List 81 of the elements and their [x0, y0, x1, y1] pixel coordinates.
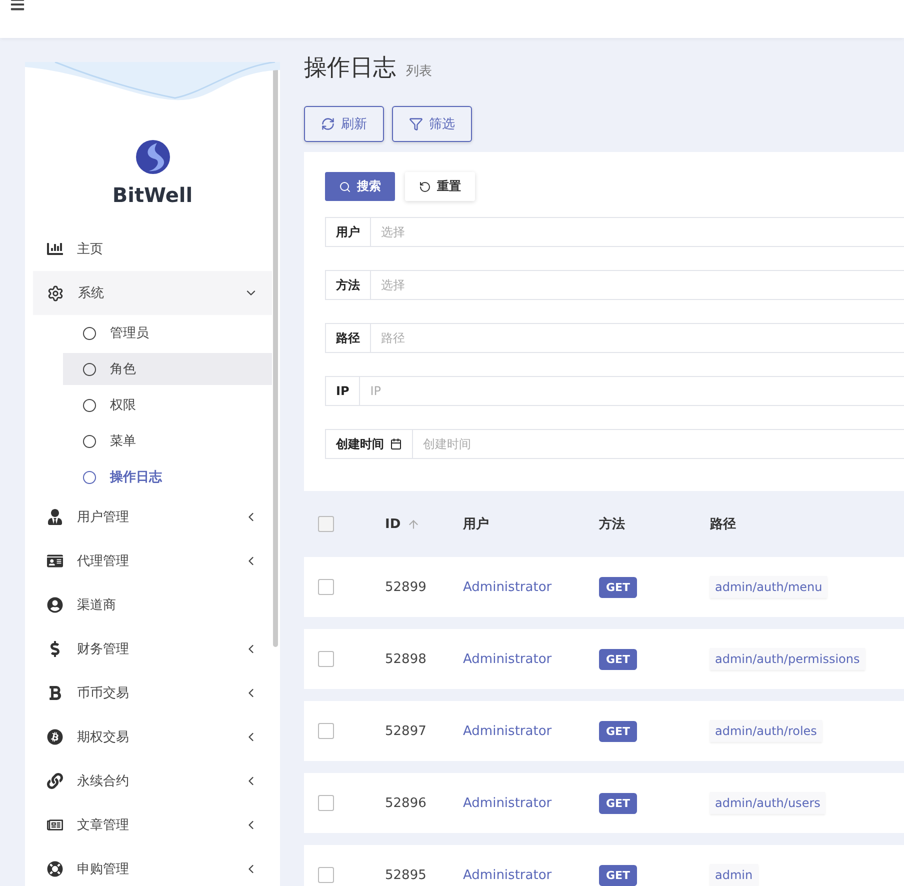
user-link[interactable]: Administrator: [463, 652, 552, 666]
search-icon: [339, 180, 351, 192]
sidebar-item[interactable]: 用户管理: [33, 495, 272, 539]
row-checkbox[interactable]: [318, 723, 334, 739]
refresh-icon: [321, 117, 335, 131]
calendar-icon: [390, 438, 402, 450]
select-field[interactable]: 选择: [370, 270, 904, 300]
sidebar-item[interactable]: 文章管理: [33, 803, 272, 847]
newspaper-icon: [47, 817, 63, 833]
user-tie-icon: [47, 509, 63, 525]
method-tag: GET: [599, 648, 638, 670]
user-link[interactable]: Administrator: [463, 724, 552, 738]
input-field[interactable]: 路径: [370, 323, 904, 353]
reset-button[interactable]: 重置: [405, 172, 475, 201]
link-icon: [47, 773, 63, 789]
path-tag: admin/auth/users: [710, 792, 826, 814]
settings-icon: [47, 284, 64, 302]
circle-icon: [83, 362, 96, 376]
input-field[interactable]: IP: [359, 376, 904, 406]
path-tag: admin: [710, 864, 758, 886]
sidebar-item[interactable]: 主页: [33, 227, 272, 271]
page-title: 操作日志: [304, 54, 396, 83]
filter-button[interactable]: 筛选: [392, 106, 472, 142]
logo-icon: [134, 139, 170, 175]
path-tag: admin/auth/roles: [710, 720, 822, 742]
life-ring-icon: [47, 861, 63, 877]
method-tag: GET: [599, 864, 638, 886]
method-tag: GET: [599, 576, 638, 598]
circle-icon: [83, 434, 96, 448]
user-link[interactable]: Administrator: [463, 796, 552, 810]
letter-b-icon: [47, 685, 63, 701]
sidebar-item[interactable]: 代理管理: [33, 539, 272, 583]
column-header: 路径: [710, 516, 736, 533]
refresh-button[interactable]: 刷新: [304, 106, 384, 142]
user-link[interactable]: Administrator: [463, 580, 552, 594]
select-field[interactable]: 选择: [370, 217, 904, 247]
bar-chart-icon: [47, 241, 63, 257]
sidebar-item[interactable]: 申购管理: [33, 847, 272, 886]
method-tag: GET: [599, 720, 638, 742]
sidebar-item[interactable]: 币币交易: [33, 671, 272, 715]
select-all-checkbox[interactable]: [318, 516, 334, 532]
row-checkbox[interactable]: [318, 579, 334, 595]
id-cell: 52898: [385, 652, 426, 666]
column-header: 方法: [599, 516, 625, 533]
date-field[interactable]: 创建时间: [412, 429, 904, 459]
path-tag: admin/auth/permissions: [710, 648, 865, 670]
row-checkbox[interactable]: [318, 651, 334, 667]
sidebar-item[interactable]: 永续合约: [33, 759, 272, 803]
field-label: 创建时间: [336, 436, 384, 452]
search-button[interactable]: 搜索: [325, 172, 395, 201]
circle-icon: [83, 398, 96, 412]
circle-icon: [83, 326, 96, 340]
menu-icon[interactable]: [10, 0, 25, 12]
sidebar-item[interactable]: 财务管理: [33, 627, 272, 671]
brand-name: BitWell: [112, 183, 193, 207]
id-cell: 52897: [385, 724, 426, 738]
field-label: 方法: [325, 270, 370, 300]
sidebar-subitem[interactable]: 角色: [63, 353, 272, 385]
bitcoin-icon: [47, 729, 63, 745]
column-header[interactable]: ID: [385, 516, 401, 532]
method-tag: GET: [599, 792, 638, 814]
row-checkbox[interactable]: [318, 867, 334, 883]
sidebar-item[interactable]: 期权交易: [33, 715, 272, 759]
id-cell: 52895: [385, 868, 426, 882]
reset-icon: [419, 180, 431, 192]
filter-icon: [409, 117, 423, 131]
sort-arrow-icon[interactable]: [406, 518, 420, 530]
sidebar-item[interactable]: 渠道商: [33, 583, 272, 627]
id-card-icon: [47, 553, 63, 569]
sidebar-item[interactable]: 系统: [33, 271, 272, 315]
column-header: 用户: [463, 516, 489, 533]
id-cell: 52896: [385, 796, 426, 810]
row-checkbox[interactable]: [318, 795, 334, 811]
id-cell: 52899: [385, 580, 426, 594]
circle-icon: [83, 470, 96, 484]
page-subtitle: 列表: [406, 63, 432, 80]
field-label: IP: [325, 376, 360, 406]
field-label: 路径: [325, 323, 370, 353]
user-link[interactable]: Administrator: [463, 868, 552, 882]
field-label: 用户: [325, 217, 370, 247]
path-tag: admin/auth/menu: [710, 576, 828, 598]
